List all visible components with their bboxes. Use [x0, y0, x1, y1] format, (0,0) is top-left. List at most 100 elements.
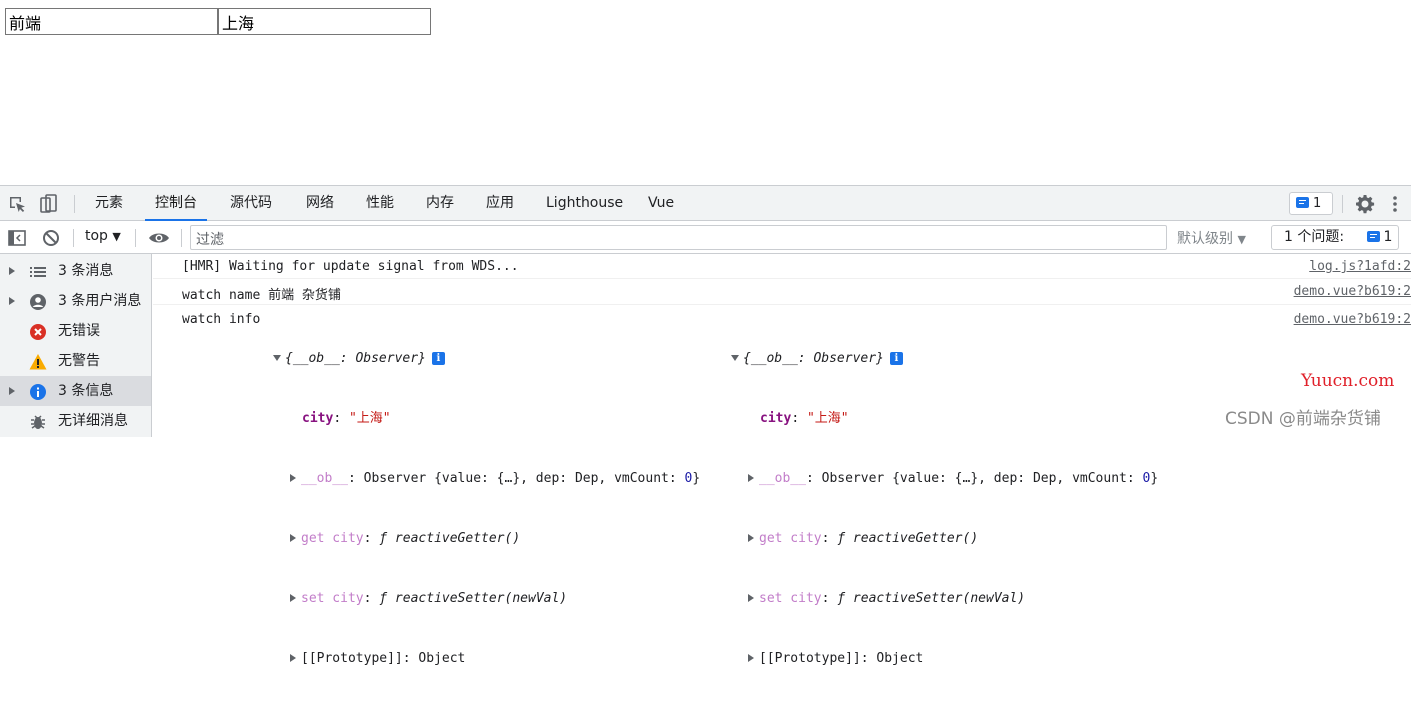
property-value: Object: [876, 651, 924, 666]
property-row[interactable]: [[Prototype]]: Object: [273, 649, 700, 669]
property-key: [[Prototype]]: [759, 651, 861, 666]
toolbar-divider: [74, 195, 75, 213]
property-row: city: "上海": [302, 411, 391, 426]
more-options-icon[interactable]: [1390, 194, 1400, 214]
console-message: watch name 前端 杂货铺 demo.vue?b619:2: [153, 279, 1411, 305]
collapsed-arrow-icon: [748, 534, 754, 542]
tab-memory[interactable]: 内存: [416, 186, 464, 221]
property-key: set city: [301, 591, 364, 606]
message-source-link[interactable]: demo.vue?b619:2: [1294, 312, 1411, 327]
property-value: "上海": [348, 411, 391, 426]
property-value: ƒ reactiveGetter(): [837, 531, 979, 546]
object-summary-row[interactable]: {__ob__: Observer} i: [731, 349, 1158, 369]
city-input[interactable]: [218, 8, 431, 35]
property-value: ƒ reactiveGetter(): [379, 531, 521, 546]
bug-icon: [29, 412, 47, 430]
tab-application[interactable]: 应用: [476, 186, 524, 221]
property-key: get city: [301, 531, 364, 546]
filter-divider-2: [135, 229, 136, 247]
sidebar-item-warnings[interactable]: 无警告: [0, 346, 151, 376]
tab-performance[interactable]: 性能: [356, 186, 404, 221]
vmcount-value: 0: [684, 471, 693, 486]
settings-gear-icon[interactable]: [1355, 194, 1375, 214]
info-badge-icon[interactable]: i: [431, 352, 445, 365]
levels-label: 默认级别: [1177, 231, 1233, 247]
issues-badge-button[interactable]: 1: [1289, 192, 1333, 215]
property-row[interactable]: set city: ƒ reactiveSetter(newVal): [273, 589, 700, 609]
sidebar-item-verbose[interactable]: 无详细消息: [0, 406, 151, 436]
property-value: ƒ reactiveSetter(newVal): [837, 591, 1026, 606]
property-row[interactable]: get city: ƒ reactiveGetter(): [731, 529, 1158, 549]
property-row[interactable]: __ob__: Observer {value: {…}, dep: Dep, …: [273, 469, 700, 489]
inspect-element-icon[interactable]: [7, 194, 27, 214]
tab-elements[interactable]: 元素: [85, 186, 133, 221]
error-icon: [29, 322, 47, 340]
sidebar-item-label: 3 条消息: [58, 263, 114, 279]
sidebar-item-errors[interactable]: 无错误: [0, 316, 151, 346]
tab-sources[interactable]: 源代码: [220, 186, 282, 221]
name-input[interactable]: [5, 8, 218, 35]
object-tree-2: {__ob__: Observer} i city: "上海" __ob__: O…: [731, 309, 1158, 709]
property-value-end: }: [1150, 471, 1159, 486]
property-key: __ob__: [759, 471, 806, 486]
message-text: [HMR] Waiting for update signal from WDS…: [182, 259, 519, 274]
property-key: set city: [759, 591, 822, 606]
page-area: [0, 0, 1411, 185]
issues-count-value: 1: [1383, 229, 1393, 245]
property-key: get city: [759, 531, 822, 546]
message-text: watch name 前端 杂货铺: [182, 288, 341, 303]
tab-network[interactable]: 网络: [296, 186, 344, 221]
message-source-link[interactable]: log.js?1afd:2: [1309, 259, 1411, 274]
collapsed-arrow-icon: [290, 474, 296, 482]
issues-label: 1 个问题:: [1284, 229, 1345, 245]
sidebar-item-label: 无错误: [58, 323, 100, 339]
tab-console[interactable]: 控制台: [145, 186, 207, 221]
console-message: [HMR] Waiting for update signal from WDS…: [153, 254, 1411, 279]
log-levels-dropdown[interactable]: 默认级别 ▼: [1177, 228, 1246, 248]
message-source-link[interactable]: demo.vue?b619:2: [1294, 284, 1411, 299]
property-row[interactable]: get city: ƒ reactiveGetter(): [273, 529, 700, 549]
collapsed-arrow-icon: [748, 594, 754, 602]
devtools-panel: 元素 控制台 源代码 网络 性能 内存 应用 Lighthouse Vue 1 …: [0, 185, 1411, 666]
filter-input[interactable]: 过滤: [190, 225, 1167, 250]
issues-badge-count: 1: [1313, 196, 1322, 211]
tab-vue[interactable]: Vue: [638, 186, 684, 221]
sidebar-item-label: 无警告: [58, 353, 100, 369]
tab-lighthouse[interactable]: Lighthouse: [536, 186, 633, 221]
property-row[interactable]: set city: ƒ reactiveSetter(newVal): [731, 589, 1158, 609]
property-value: ƒ reactiveSetter(newVal): [379, 591, 568, 606]
collapsed-arrow-icon: [290, 594, 296, 602]
sidebar-item-info[interactable]: 3 条信息: [0, 376, 151, 406]
vmcount-value: 0: [1142, 471, 1151, 486]
object-summary: {__ob__: Observer}: [743, 351, 884, 366]
sidebar-toggle-icon[interactable]: [7, 228, 27, 248]
collapsed-arrow-icon: [748, 654, 754, 662]
user-icon: [29, 292, 47, 310]
issues-count-button[interactable]: 1 个问题: 1: [1271, 225, 1399, 250]
console-message: watch info demo.vue?b619:2 {__ob__: Obse…: [153, 305, 1411, 666]
property-row[interactable]: [[Prototype]]: Object: [731, 649, 1158, 669]
object-summary-row[interactable]: {__ob__: Observer} i: [273, 349, 700, 369]
live-expression-eye-icon[interactable]: [148, 228, 169, 248]
sidebar-item-messages[interactable]: 3 条消息: [0, 256, 151, 286]
object-tree-1: {__ob__: Observer} i city: "上海" __ob__: O…: [273, 309, 700, 709]
property-value-end: }: [692, 471, 701, 486]
clear-console-icon[interactable]: [41, 228, 61, 248]
sidebar-item-label: 3 条用户消息: [58, 293, 142, 309]
collapsed-arrow-icon: [290, 654, 296, 662]
filter-divider-3: [181, 229, 182, 247]
property-row: city: "上海": [760, 411, 849, 426]
warning-icon: [29, 352, 47, 370]
console-filter-bar: top ▼ 过滤 默认级别 ▼ 1 个问题: 1: [0, 221, 1411, 254]
device-toolbar-icon[interactable]: [39, 194, 59, 214]
issue-flag-icon-2: [1366, 231, 1380, 242]
context-selector[interactable]: top ▼: [85, 228, 121, 244]
info-icon: [29, 382, 47, 400]
property-key: [[Prototype]]: [301, 651, 403, 666]
sidebar-item-user-messages[interactable]: 3 条用户消息: [0, 286, 151, 316]
list-icon: [29, 262, 47, 280]
expanded-arrow-icon: [273, 355, 281, 361]
info-badge-icon[interactable]: i: [889, 352, 903, 365]
property-row[interactable]: __ob__: Observer {value: {…}, dep: Dep, …: [731, 469, 1158, 489]
toolbar-divider-right: [1342, 195, 1343, 213]
